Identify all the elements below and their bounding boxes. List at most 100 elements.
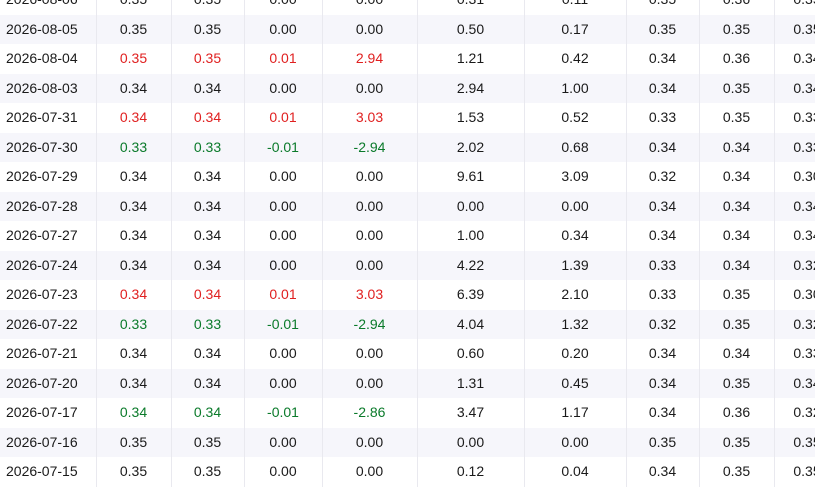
value-cell: 0.35 (96, 427, 172, 457)
value-cell: 0.34 (699, 132, 775, 162)
value-cell: 0.01 (244, 44, 323, 74)
table-row[interactable]: 2026-07-30 0.33 0.33 -0.01 -2.94 2.02 0.68 0.34… (0, 132, 815, 162)
table-row[interactable]: 2026-07-22 0.33 0.33 -0.01 -2.94 4.04 1.32 0.32… (0, 309, 815, 339)
value-cell: 0.00 (244, 368, 323, 398)
value-cell: 0.32 (774, 309, 815, 339)
value-cell: 0.35 (96, 14, 172, 44)
value-cell: 0.34 (171, 162, 245, 192)
table-row[interactable]: 2026-07-16 0.35 0.35 0.00 0.00 0.00 0.00 0.35 0.… (0, 427, 815, 457)
date-cell: 2026-08-06 (0, 0, 97, 15)
value-cell: 0.34 (171, 73, 245, 103)
value-cell: 1.31 (417, 368, 525, 398)
value-cell: 0.00 (322, 339, 418, 369)
table-row[interactable]: 2026-07-20 0.34 0.34 0.00 0.00 1.31 0.45 0.34 0.… (0, 368, 815, 398)
value-cell: 1.32 (524, 309, 627, 339)
value-cell: 0.34 (699, 250, 775, 280)
value-cell: 0.12 (417, 457, 525, 487)
value-cell: 0.35 (774, 457, 815, 487)
value-cell: 0.32 (626, 162, 700, 192)
value-cell: 0.00 (322, 221, 418, 251)
table-row[interactable]: 2026-07-28 0.34 0.34 0.00 0.00 0.00 0.00 0.34 0.… (0, 191, 815, 221)
table-row[interactable]: 2026-07-29 0.34 0.34 0.00 0.00 9.61 3.09 0.32 0.… (0, 162, 815, 192)
value-cell: 0.36 (699, 44, 775, 74)
value-cell: 1.17 (524, 398, 627, 428)
value-cell: 4.22 (417, 250, 525, 280)
value-cell: 0.33 (171, 309, 245, 339)
value-cell: 0.33 (774, 339, 815, 369)
value-cell: 0.35 (774, 0, 815, 15)
table-row[interactable]: 2026-07-24 0.34 0.34 0.00 0.00 4.22 1.39 0.33 0.… (0, 250, 815, 280)
value-cell: 0.00 (322, 14, 418, 44)
value-cell: 0.34 (626, 457, 700, 487)
value-cell: 1.21 (417, 44, 525, 74)
table-row[interactable]: 2026-08-03 0.34 0.34 0.00 0.00 2.94 1.00 0.34 0.… (0, 73, 815, 103)
table-row[interactable]: 2026-07-31 0.34 0.34 0.01 3.03 1.53 0.52 0.33 0.… (0, 103, 815, 133)
value-cell: 0.34 (774, 73, 815, 103)
value-cell: 0.35 (699, 457, 775, 487)
value-cell: 0.34 (626, 368, 700, 398)
value-cell: 0.42 (524, 44, 627, 74)
table-row[interactable]: 2026-07-23 0.34 0.34 0.01 3.03 6.39 2.10 0.33 0.… (0, 280, 815, 310)
value-cell: 0.01 (244, 103, 323, 133)
table-row[interactable]: 2026-07-27 0.34 0.34 0.00 0.00 1.00 0.34 0.34 0.… (0, 221, 815, 251)
value-cell: 0.35 (699, 368, 775, 398)
value-cell: 0.36 (699, 398, 775, 428)
value-cell: 0.34 (96, 280, 172, 310)
value-cell: 0.33 (774, 132, 815, 162)
value-cell: -0.01 (244, 132, 323, 162)
value-cell: 0.34 (96, 73, 172, 103)
value-cell: 3.03 (322, 280, 418, 310)
value-cell: 2.94 (417, 73, 525, 103)
value-cell: 0.30 (774, 280, 815, 310)
value-cell: 1.39 (524, 250, 627, 280)
value-cell: 0.33 (96, 309, 172, 339)
value-cell: 0.34 (774, 221, 815, 251)
table-row[interactable]: 2026-07-21 0.34 0.34 0.00 0.00 0.60 0.20 0.34 0.… (0, 339, 815, 369)
value-cell: 0.34 (96, 103, 172, 133)
table-row[interactable]: 2026-08-060.350.350.000.000.310.110.350.… (0, 0, 815, 15)
value-cell: 0.35 (171, 0, 245, 15)
value-cell: 0.00 (322, 368, 418, 398)
value-cell: 0.33 (96, 132, 172, 162)
table-row[interactable]: 2026-08-04 0.35 0.35 0.01 2.94 1.21 0.42 0.34 0.… (0, 44, 815, 74)
value-cell: 0.35 (699, 103, 775, 133)
value-cell: 0.34 (626, 339, 700, 369)
value-cell: 3.03 (322, 103, 418, 133)
value-cell: 0.35 (171, 44, 245, 74)
value-cell: 0.50 (417, 14, 525, 44)
value-cell: 0.31 (417, 0, 525, 15)
value-cell: 0.00 (322, 73, 418, 103)
table-row[interactable]: 2026-07-17 0.34 0.34 -0.01 -2.86 3.47 1.17 0.34… (0, 398, 815, 428)
value-cell: 0.34 (171, 191, 245, 221)
value-cell: 0.00 (322, 0, 418, 15)
value-cell: 0.00 (322, 162, 418, 192)
value-cell: 0.35 (774, 14, 815, 44)
value-cell: 0.34 (774, 368, 815, 398)
value-cell: -2.94 (322, 132, 418, 162)
value-cell: 0.34 (626, 132, 700, 162)
value-cell: 0.33 (626, 103, 700, 133)
value-cell: 0.35 (626, 0, 700, 15)
date-cell: 2026-07-20 (0, 368, 97, 398)
value-cell: 0.00 (524, 427, 627, 457)
value-cell: 0.34 (699, 221, 775, 251)
date-cell: 2026-07-30 (0, 132, 97, 162)
date-cell: 2026-07-23 (0, 280, 97, 310)
value-cell: 2.10 (524, 280, 627, 310)
value-cell: 0.32 (774, 250, 815, 280)
value-cell: 0.34 (699, 191, 775, 221)
table-row[interactable]: 2026-08-05 0.35 0.35 0.00 0.00 0.50 0.17 0.35 0.… (0, 14, 815, 44)
value-cell: 0.35 (699, 427, 775, 457)
value-cell: 0.34 (171, 250, 245, 280)
value-cell: 0.00 (322, 191, 418, 221)
value-cell: -2.86 (322, 398, 418, 428)
value-cell: 0.34 (171, 280, 245, 310)
value-cell: 0.35 (626, 427, 700, 457)
value-cell: 0.34 (171, 221, 245, 251)
table-row[interactable]: 2026-07-15 0.35 0.35 0.00 0.00 0.12 0.04 0.34 0.… (0, 457, 815, 487)
value-cell: 1.53 (417, 103, 525, 133)
value-cell: 0.00 (417, 191, 525, 221)
value-cell: 0.60 (417, 339, 525, 369)
price-history-table-container[interactable]: 2026-08-060.350.350.000.000.310.110.350.… (0, 0, 815, 500)
value-cell: 0.00 (524, 191, 627, 221)
